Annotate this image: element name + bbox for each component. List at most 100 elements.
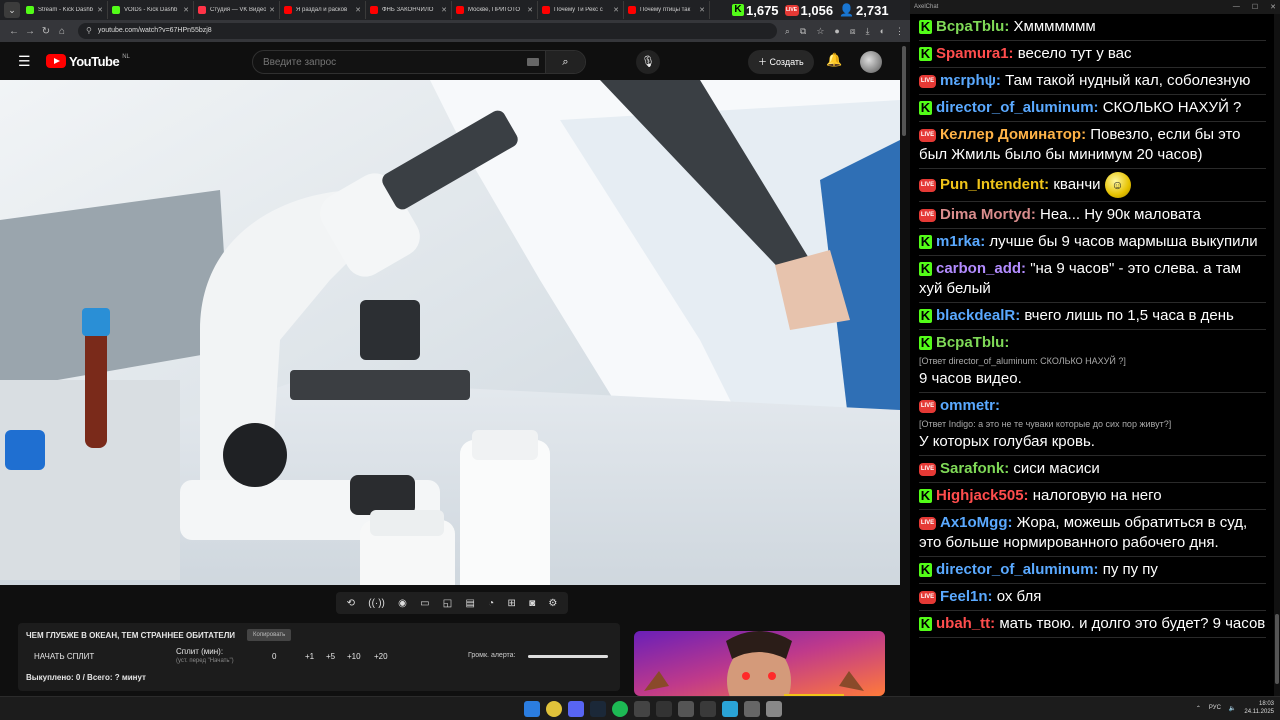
search-input[interactable] [253, 56, 527, 68]
tray-chevron-icon[interactable]: ⌃ [1196, 705, 1201, 712]
chat-username[interactable]: Pun_Intendent [940, 176, 1044, 193]
tab-close-icon[interactable]: ✕ [613, 6, 619, 14]
browser-tab[interactable]: Москве, ПРИГОТО ✕ [452, 1, 538, 19]
tab-close-icon[interactable]: ✕ [183, 6, 189, 14]
bookmark-star-icon[interactable]: ☆ [816, 26, 824, 37]
chat-username[interactable]: Келлер Доминатор [940, 126, 1081, 143]
menu-dots-icon[interactable]: ⋮ [895, 26, 904, 37]
steam-icon[interactable] [590, 701, 606, 717]
zoom-icon[interactable]: ⌕ [785, 26, 790, 37]
copy-button[interactable]: Копировать [247, 629, 292, 641]
clip-icon[interactable]: ▭ [420, 598, 429, 609]
youtube-logo[interactable]: YouTube NL [46, 54, 130, 69]
telegram-icon[interactable] [722, 701, 738, 717]
chat-username[interactable]: carbon_add [936, 260, 1021, 277]
chat-text: Там такой нудный кал, соболезную [1005, 72, 1251, 89]
chat-username[interactable]: director_of_aluminum [936, 561, 1094, 578]
chat-username[interactable]: BcpaTblu [936, 334, 1004, 351]
chat-username[interactable]: ubah_tt [936, 615, 990, 632]
start-windows-icon[interactable] [524, 701, 540, 717]
screenshot-icon[interactable]: ◙ [529, 598, 535, 609]
back-icon[interactable]: ← [6, 26, 22, 37]
microphone-icon[interactable]: 🎙 [636, 50, 660, 74]
minimize-icon[interactable]: — [1233, 3, 1240, 11]
tab-close-icon[interactable]: ✕ [699, 6, 705, 14]
chat-username[interactable]: Sarafonk [940, 460, 1004, 477]
increment-10-button[interactable]: +10 [347, 652, 361, 661]
chat-username[interactable]: ommetr [940, 397, 995, 414]
chat-username[interactable]: mεrphψ [940, 72, 996, 89]
browser-tab[interactable]: Студия — VK Видео ✕ [194, 1, 280, 19]
chat-username[interactable]: Spamura1 [936, 45, 1009, 62]
resize-icon[interactable]: ◱ [443, 598, 452, 609]
tab-close-icon[interactable]: ✕ [441, 6, 447, 14]
avatar[interactable] [860, 51, 882, 73]
browser-tab[interactable]: Я раздал и расков ✕ [280, 1, 366, 19]
tab-close-icon[interactable]: ✕ [355, 6, 361, 14]
volume-icon[interactable]: 🔈 [1229, 705, 1236, 712]
increment-5-button[interactable]: +5 [326, 652, 335, 661]
settings-gear-icon[interactable]: ⚙ [548, 598, 557, 609]
tab-close-icon[interactable]: ✕ [527, 6, 533, 14]
tab-close-icon[interactable]: ✕ [97, 6, 103, 14]
speed-icon[interactable]: ◔ [488, 598, 494, 609]
chat-username[interactable]: blackdealR [936, 307, 1015, 324]
app-icon-2[interactable] [678, 701, 694, 717]
spotify-icon[interactable] [612, 701, 628, 717]
extensions-puzzle-icon[interactable]: ⧈ [850, 26, 856, 37]
reload-icon[interactable]: ↻ [38, 26, 54, 37]
tab-close-icon[interactable]: ✕ [269, 6, 275, 14]
chat-username[interactable]: BcpaTblu [936, 18, 1004, 35]
chat-username[interactable]: Feel1n [940, 588, 988, 605]
hamburger-menu-icon[interactable]: ☰ [18, 53, 32, 70]
profile-icon[interactable]: ◐ [880, 26, 885, 36]
tab-search-icon[interactable]: ⌄ [4, 2, 20, 18]
chat-username[interactable]: Highjack505 [936, 487, 1024, 504]
browser-tab[interactable]: Почему птицы так ✕ [624, 1, 710, 19]
alert-volume-slider[interactable] [528, 655, 608, 658]
start-split-button[interactable]: НАЧАТЬ СПЛИТ [34, 652, 94, 661]
browser-tab[interactable]: Stream - Kick Dashb ✕ [22, 1, 108, 19]
add-frame-icon[interactable]: ⊞ [507, 598, 515, 609]
film-icon[interactable]: ▤ [465, 598, 474, 609]
chat-username[interactable]: Dima Mortyd [940, 206, 1031, 223]
forward-icon[interactable]: → [22, 26, 38, 37]
extension-icon[interactable]: ● [834, 26, 839, 36]
chat-username[interactable]: director_of_aluminum [936, 99, 1094, 116]
maximize-icon[interactable]: ☐ [1252, 3, 1258, 11]
increment-1-button[interactable]: +1 [305, 652, 314, 661]
browser-tab[interactable]: VOIDs - Kick Dashb ✕ [108, 1, 194, 19]
search-button[interactable]: ⌕ [545, 51, 585, 73]
page-scrollbar[interactable] [900, 42, 908, 696]
app-icon-5[interactable] [766, 701, 782, 717]
chrome-icon[interactable] [546, 701, 562, 717]
browser-tab[interactable]: Почему Ти Рекс с ✕ [538, 1, 624, 19]
minutes-value[interactable]: 0 [272, 652, 276, 661]
chat-username[interactable]: Ax1oMgg [940, 514, 1008, 531]
notifications-bell-icon[interactable]: 🔔 [826, 52, 842, 68]
audio-icon[interactable]: ((·)) [368, 598, 385, 609]
language-indicator[interactable]: РУС [1209, 705, 1221, 711]
browser-tab[interactable]: ФНБ ЗАКОНЧИЛО ✕ [366, 1, 452, 19]
app-icon-4[interactable] [744, 701, 760, 717]
increment-20-button[interactable]: +20 [374, 652, 388, 661]
download-icon[interactable]: ⤓ [866, 26, 870, 37]
home-icon[interactable]: ⌂ [54, 26, 70, 37]
install-icon[interactable]: ⧉ [800, 26, 806, 37]
site-info-icon[interactable]: ⚲ [86, 23, 92, 39]
discord-icon[interactable] [568, 701, 584, 717]
chat-username[interactable]: m1rka [936, 233, 980, 250]
create-button[interactable]: ＋ Создать [748, 50, 814, 74]
keyboard-icon[interactable] [527, 58, 539, 66]
clock[interactable]: 18:03 24.11.2025 [1244, 700, 1274, 716]
obs-icon[interactable] [656, 701, 672, 717]
video-player[interactable] [0, 80, 900, 585]
loop-icon[interactable]: ⟲ [347, 598, 355, 609]
recommended-thumbnail[interactable] [634, 631, 885, 696]
app-icon-1[interactable] [634, 701, 650, 717]
app-icon-3[interactable] [700, 701, 716, 717]
chat-scrollbar[interactable] [1274, 14, 1280, 696]
close-icon[interactable]: ✕ [1270, 3, 1276, 11]
url-field[interactable]: ⚲ youtube.com/watch?v=67HPn55bzj8 [78, 23, 777, 39]
eye-icon[interactable]: ◉ [398, 598, 407, 609]
